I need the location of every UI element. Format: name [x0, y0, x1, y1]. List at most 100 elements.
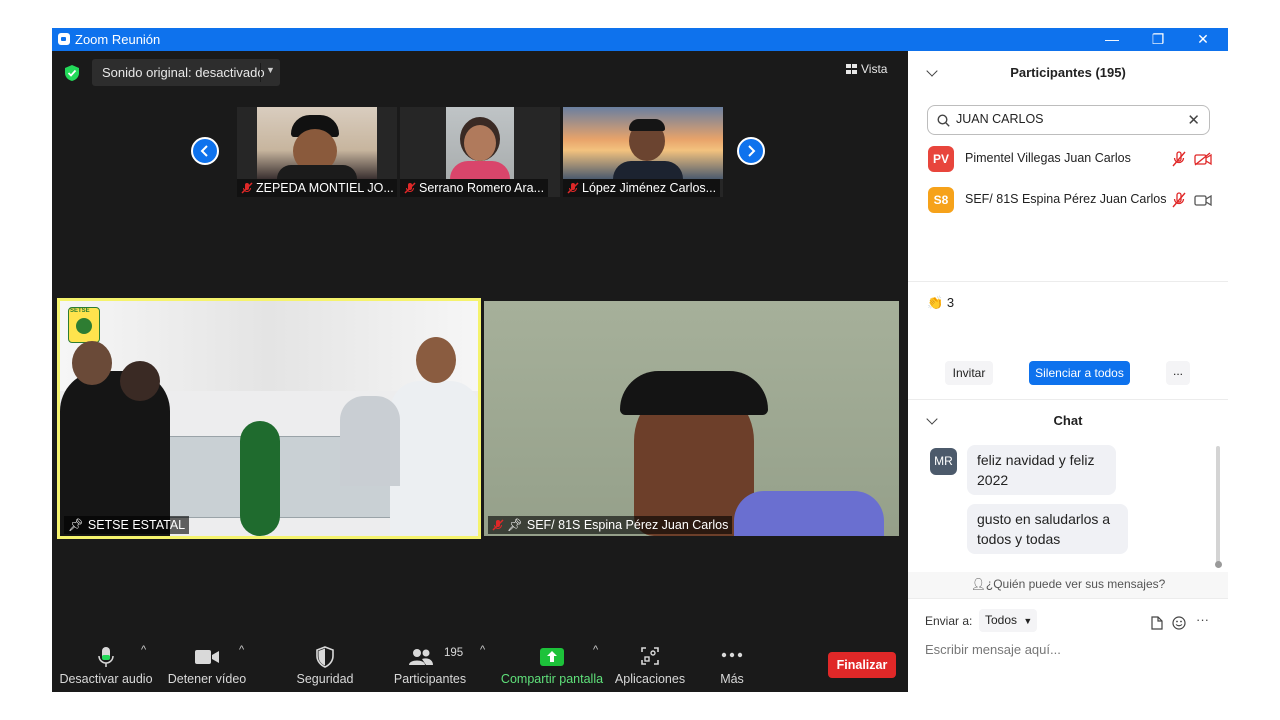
- share-screen-icon: [540, 648, 564, 666]
- participant-name-tag: 📌︎ SETSE ESTATAL: [64, 516, 190, 534]
- original-sound-toggle[interactable]: Sonido original: desactivado ▼: [92, 59, 280, 86]
- avatar: PV: [928, 146, 954, 172]
- participant-name: López Jiménez Carlos...: [582, 181, 717, 195]
- security-button[interactable]: Seguridad: [285, 636, 365, 692]
- apps-button[interactable]: Aplicaciones: [612, 636, 688, 692]
- video-options-caret[interactable]: ^: [239, 644, 244, 656]
- participant-name: SETSE ESTATAL: [87, 518, 186, 532]
- sender-avatar: MR: [930, 448, 957, 475]
- divider: [908, 598, 1228, 599]
- mic-muted-icon: [567, 182, 579, 194]
- person-lock-icon: 👤︎: [970, 577, 986, 591]
- mic-muted-icon: [404, 182, 416, 194]
- send-to-label: Enviar a:: [925, 614, 973, 628]
- clear-search-icon[interactable]: ✕: [1187, 111, 1200, 129]
- active-speaker-tile[interactable]: SETSE 📌︎ SETSE ESTATAL: [57, 298, 481, 539]
- participant-thumbnail[interactable]: Serrano Romero Ara...: [400, 107, 560, 197]
- meeting-toolbar: Desactivar audio ^ Detener vídeo ^ Segur…: [52, 636, 908, 692]
- shirt-shape: [734, 491, 884, 536]
- more-label: Más: [720, 672, 744, 686]
- mic-muted-icon: [1172, 192, 1186, 208]
- chat-header: Chat: [908, 399, 1228, 443]
- participant-name-tag: López Jiménez Carlos...: [563, 179, 721, 197]
- next-page-button[interactable]: [737, 137, 765, 165]
- file-icon[interactable]: [1151, 616, 1163, 630]
- participants-icon: [409, 649, 433, 665]
- meeting-area: Sonido original: desactivado ▼ Vista ZEP…: [52, 51, 908, 692]
- recipient-dropdown[interactable]: Todos ▼: [979, 609, 1037, 632]
- divider: [908, 281, 1228, 282]
- apps-icon: [641, 647, 659, 665]
- avatar: S8: [928, 187, 954, 213]
- chat-input[interactable]: Escribir mensaje aquí...: [925, 642, 1061, 657]
- mute-audio-button[interactable]: Desactivar audio: [58, 636, 154, 692]
- shirt-shape: [613, 161, 683, 179]
- emoji-icon[interactable]: [1172, 616, 1186, 630]
- who-can-see-link[interactable]: 👤︎¿Quién puede ver sus mensajes?: [908, 577, 1228, 591]
- end-meeting-button[interactable]: Finalizar: [828, 652, 896, 678]
- zoom-window: Zoom Reunión — ❐ ✕ Sonido original: desa…: [52, 28, 1228, 692]
- person-head: [416, 337, 456, 383]
- participant-list-item[interactable]: PV Pimentel Villegas Juan Carlos: [908, 143, 1228, 175]
- more-options-button[interactable]: ...: [1166, 361, 1190, 385]
- mute-audio-label: Desactivar audio: [59, 672, 153, 686]
- close-button[interactable]: ✕: [1180, 28, 1226, 51]
- participants-button[interactable]: 195 Participantes: [385, 636, 475, 692]
- recipient-value: Todos: [985, 613, 1018, 627]
- participant-video-tile[interactable]: 📌︎ SEF/ 81S Espina Pérez Juan Carlos: [484, 301, 899, 536]
- setse-logo: SETSE: [68, 307, 100, 343]
- scroll-thumb[interactable]: [1215, 561, 1222, 568]
- view-button[interactable]: Vista: [846, 62, 887, 76]
- title-bar: Zoom Reunión — ❐ ✕: [52, 28, 1228, 51]
- logo-text: SETSE: [70, 308, 90, 314]
- video-camera-icon: [195, 650, 219, 664]
- apps-label: Aplicaciones: [614, 672, 686, 686]
- more-button[interactable]: Más: [704, 636, 760, 692]
- person-head: [120, 361, 160, 401]
- participant-list-item[interactable]: S8 SEF/ 81S Espina Pérez Juan Carlos: [908, 184, 1228, 216]
- participant-name: SEF/ 81S Espina Pérez Juan Carlos: [526, 518, 729, 532]
- pin-icon: 📌︎: [68, 518, 84, 532]
- participant-name-tag: Serrano Romero Ara...: [400, 179, 549, 197]
- participant-search-input[interactable]: [954, 111, 1188, 127]
- original-sound-label: Sonido original: desactivado: [102, 65, 265, 80]
- grid-icon: [846, 64, 857, 74]
- participants-options-caret[interactable]: ^: [480, 644, 485, 656]
- chat-more-icon[interactable]: ···: [1196, 612, 1209, 627]
- chevron-left-icon: [200, 145, 208, 157]
- side-panel: Participantes (195) ✕ PV Pimentel Villeg…: [908, 51, 1228, 692]
- chat-title: Chat: [1053, 413, 1083, 428]
- chevron-down-icon[interactable]: ▼: [266, 65, 275, 75]
- participant-name: ZEPEDA MONTIEL JO...: [256, 181, 394, 195]
- participant-name: Serrano Romero Ara...: [419, 181, 545, 195]
- share-options-caret[interactable]: ^: [593, 644, 598, 656]
- previous-page-button[interactable]: [191, 137, 219, 165]
- reaction-count: 3: [946, 295, 955, 310]
- participant-search-box[interactable]: ✕: [927, 105, 1210, 135]
- restore-button[interactable]: ❐: [1135, 28, 1181, 51]
- minimize-button[interactable]: —: [1089, 28, 1135, 51]
- participant-name: SEF/ 81S Espina Pérez Juan Carlos: [965, 192, 1167, 206]
- encryption-shield-icon[interactable]: [64, 64, 80, 82]
- mic-muted-icon: [1172, 151, 1186, 167]
- chat-scrollbar[interactable]: [1216, 446, 1220, 566]
- participant-thumbnail[interactable]: ZEPEDA MONTIEL JO...: [237, 107, 397, 197]
- face-shape: [464, 125, 496, 161]
- chevron-down-icon: ▼: [1023, 616, 1033, 626]
- mute-all-button[interactable]: Silenciar a todos: [1029, 361, 1130, 385]
- chat-message: gusto en saludarlos a todos y todas: [967, 504, 1128, 554]
- share-screen-button[interactable]: Compartir pantalla: [498, 636, 606, 692]
- person-shape: [390, 381, 478, 536]
- participant-video: [446, 107, 514, 179]
- logo-emblem: [76, 318, 92, 334]
- invite-button[interactable]: Invitar: [945, 361, 993, 385]
- view-label: Vista: [861, 62, 888, 76]
- participant-name-tag: ZEPEDA MONTIEL JO...: [237, 179, 397, 197]
- participant-thumbnail[interactable]: López Jiménez Carlos...: [563, 107, 723, 197]
- who-can-see-text: ¿Quién puede ver sus mensajes?: [985, 577, 1166, 591]
- hair-shape: [629, 119, 665, 131]
- audio-options-caret[interactable]: ^: [141, 644, 146, 656]
- participant-name: Pimentel Villegas Juan Carlos: [965, 151, 1131, 165]
- clap-icon: 👏: [927, 295, 944, 310]
- share-screen-label: Compartir pantalla: [500, 672, 604, 686]
